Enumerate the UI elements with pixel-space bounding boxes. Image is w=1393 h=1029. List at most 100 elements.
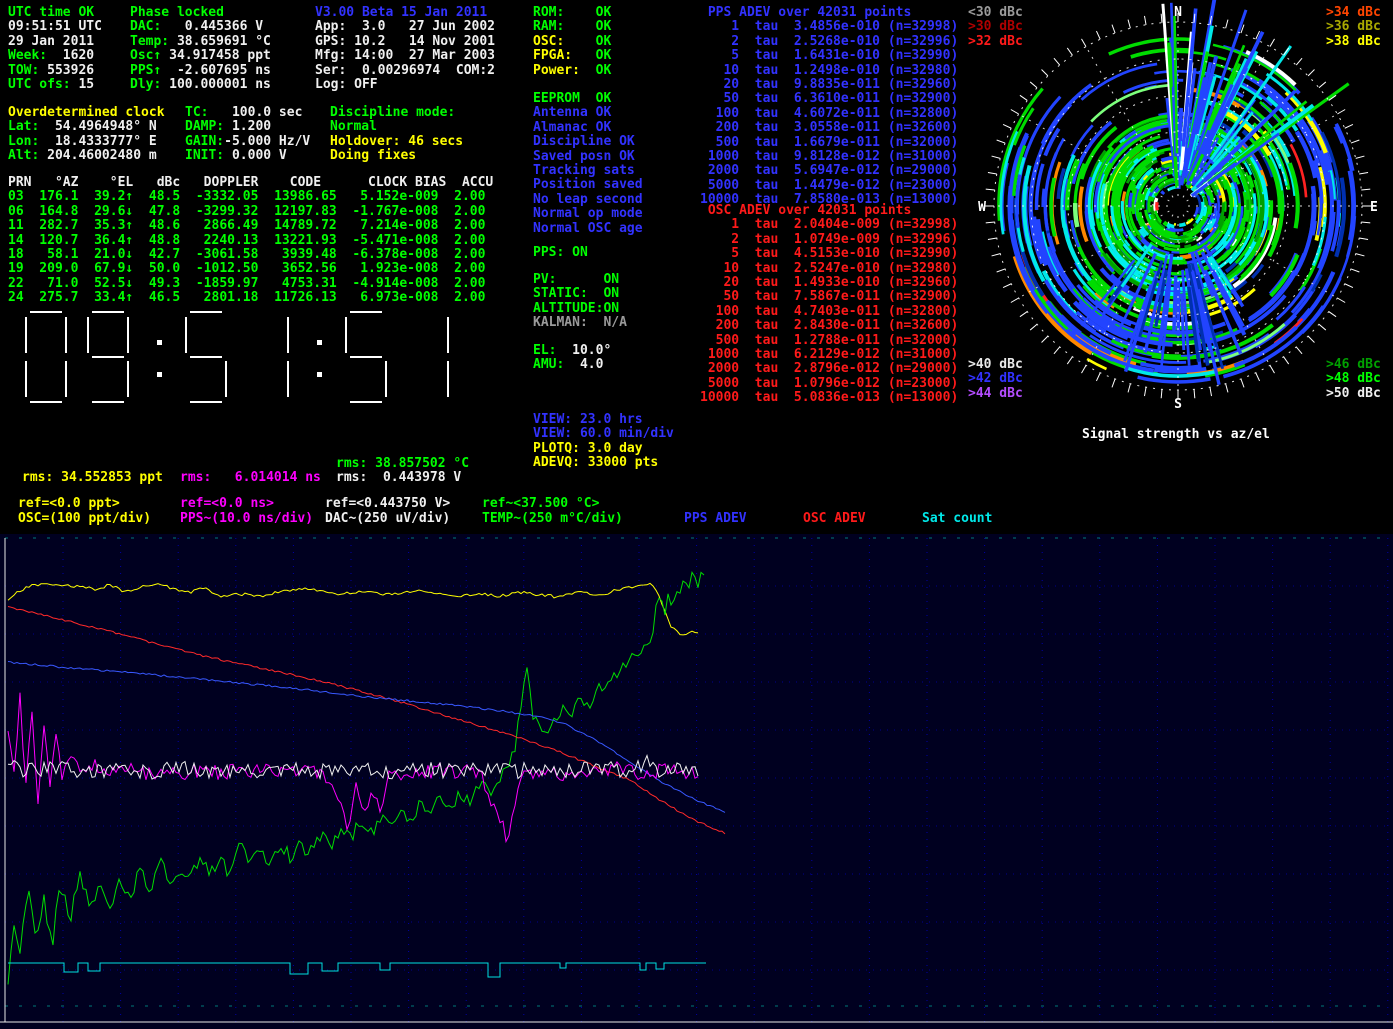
clock-colon-dot [157, 372, 162, 377]
rim-tick [1067, 357, 1072, 364]
phase-block: Phase lockedDAC: 0.445366 VTemp: 38.6596… [130, 6, 271, 92]
version-block: V3.00 Beta 15 Jan 2011App: 3.0 27 Jun 20… [315, 6, 495, 92]
scale-pps-line: PPS~(10.0 ns/div) [180, 512, 313, 526]
rim-tick [1082, 365, 1087, 373]
scale-dac: DAC~(250 uV/div) [325, 512, 450, 526]
rim-tick [1020, 95, 1027, 100]
pps-adev-block-line: 10 tau 1.2498e-010 (n=32980) [700, 64, 958, 78]
history-plot[interactable] [0, 534, 1393, 1029]
overdetermined-block-line: Lat: 54.4964948° N [8, 120, 165, 134]
phase-block-line: Dly: 100.000001 ns [130, 78, 271, 92]
sat-table-block: PRN °AZ °EL dBc DOPPLER CODE CLOCK BIAS … [8, 176, 493, 306]
sat-table-block-line: 18 58.1 21.0↓ 42.7 -3061.58 3939.48 -6.3… [8, 248, 493, 262]
rim-tick [1054, 58, 1060, 65]
big-digital-clock [24, 310, 474, 410]
view-block-line: VIEW: 60.0 min/div [533, 427, 674, 441]
pps-adev-block-line: 20 tau 9.8835e-011 (n=32960) [700, 78, 958, 92]
eeprom-block-line: Antenna OK [533, 106, 643, 120]
rim-tick [997, 140, 1005, 143]
utc-time-block-line: 29 Jan 2011 [8, 35, 102, 49]
rim-tick [1112, 379, 1115, 387]
rim-tick [1345, 124, 1353, 128]
pps-adev-block-line: 1000 tau 9.8128e-012 (n=31000) [700, 150, 958, 164]
osc-adev-block-line: 1000 tau 6.2129e-012 (n=31000) [700, 348, 958, 362]
pps-adev-block-line: PPS ADEV over 42031 points [700, 6, 958, 20]
selftest-block-line: RAM: OK [533, 20, 611, 34]
rim-tick [1067, 48, 1072, 55]
view-block-line: VIEW: 23.0 hrs [533, 413, 674, 427]
overdetermined-block-line: Alt: 204.46002480 m [8, 149, 165, 163]
loop-params-block: TC: 100.0 secDAMP: 1.200GAIN:-5.000 Hz/V… [185, 106, 310, 164]
selftest-block-line: OSC: OK [533, 35, 611, 49]
selftest-block-line: Power: OK [533, 64, 611, 78]
utc-time-block-line: Week: 1620 [8, 49, 102, 63]
eeprom-block-line: Normal op mode [533, 207, 643, 221]
pps-adev-block-line: 200 tau 3.0558e-011 (n=32600) [700, 121, 958, 135]
rim-tick [1359, 172, 1368, 174]
utc-time-block-line: UTC ofs: 15 [8, 78, 102, 92]
eeprom-block-line: Discipline OK [533, 135, 643, 149]
osc-adev-block-line: 5000 tau 1.0796e-012 (n=23000) [700, 377, 958, 391]
rim-tick [997, 269, 1005, 272]
eeprom-block-line: EEPROM OK [533, 92, 643, 106]
rim-tick [1030, 82, 1037, 88]
osc-adev-block-line: OSC ADEV over 42031 points [700, 204, 958, 218]
discipline-block-line: Discipline mode: [330, 106, 463, 120]
label-osc-adev-line: OSC ADEV [803, 512, 866, 526]
discipline-block-line: Normal [330, 120, 463, 134]
rim-tick [1356, 156, 1365, 158]
rim-tick [1356, 254, 1365, 256]
rim-tick [1226, 384, 1228, 393]
discipline-block: Discipline mode:NormalHoldover: 46 secsD… [330, 106, 463, 164]
polar-az-el-map: NSEW [950, 0, 1393, 420]
rim-tick [1337, 298, 1345, 303]
label-pps-adev-line: PPS ADEV [684, 512, 747, 526]
sat-table-block-line: 14 120.7 36.4↑ 48.8 2240.13 13221.93 -5.… [8, 234, 493, 248]
rim-tick [1359, 238, 1368, 240]
version-block-line: GPS: 10.2 14 Nov 2001 [315, 35, 495, 49]
ref-osc-line: ref=<0.0 ppt> [18, 497, 120, 511]
rim-tick [1096, 373, 1100, 381]
ref-pps: ref=<0.0 ns> [180, 497, 274, 511]
cardinal-label: W [978, 200, 986, 215]
utc-time-block-line: UTC time OK [8, 6, 102, 20]
rim-tick [1361, 189, 1370, 190]
phase-block-line: Phase locked [130, 6, 271, 20]
sat-table-block-line: 11 282.7 35.3↑ 48.6 2866.49 14789.72 7.2… [8, 219, 493, 233]
scale-temp: TEMP~(250 m°C/div) [482, 512, 623, 526]
osc-adev-block-line: 10 tau 2.5247e-010 (n=32980) [700, 262, 958, 276]
phase-block-line: Osc↑ 34.917458 ppt [130, 49, 271, 63]
rim-tick [1319, 82, 1326, 88]
phase-block-line: DAC: 0.445366 V [130, 20, 271, 34]
rms-dac-line: rms: 0.443978 V [336, 471, 461, 485]
selftest-block: ROM: OKRAM: OKOSC: OKFPGA: OKPower: OK [533, 6, 611, 78]
version-block-line: Log: OFF [315, 78, 495, 92]
rim-tick [1329, 312, 1336, 317]
rim-tick [986, 222, 995, 223]
ref-temp-line: ref~<37.500 °C> [482, 497, 599, 511]
rim-tick [1030, 324, 1037, 330]
osc-adev-block-line: 10000 tau 5.0836e-013 (n=13000) [700, 391, 958, 405]
ref-dac-line: ref=<0.443750 V> [325, 497, 450, 511]
rim-tick [1112, 25, 1115, 33]
rim-tick [1226, 20, 1228, 29]
pps-adev-block-line: 100 tau 4.6072e-011 (n=32800) [700, 107, 958, 121]
discipline-block-line: Holdover: 46 secs [330, 135, 463, 149]
sat-table-block-line: 19 209.0 67.9↓ 50.0 -1012.50 3652.56 1.9… [8, 262, 493, 276]
rim-tick [1128, 20, 1130, 29]
rms-pps: rms: 6.014014 ns [180, 471, 321, 485]
discipline-block-line: Doing fixes [330, 149, 463, 163]
rim-tick [1308, 70, 1314, 76]
scale-temp-line: TEMP~(250 m°C/div) [482, 512, 623, 526]
rms-dac: rms: 0.443978 V [336, 471, 461, 485]
rim-tick [1011, 110, 1019, 115]
osc-adev-block-line: 500 tau 1.2788e-011 (n=32000) [700, 334, 958, 348]
rim-tick [1003, 124, 1011, 128]
osc-adev-block-line: 100 tau 4.7403e-011 (n=32800) [700, 305, 958, 319]
pps-state-block-line: PPS: ON [533, 246, 588, 260]
eeprom-block-line: No leap second [533, 193, 643, 207]
fix-flags-block-line: STATIC: ON [533, 287, 627, 301]
rim-tick [1270, 39, 1275, 47]
osc-adev-block-line: 50 tau 7.5867e-011 (n=32900) [700, 290, 958, 304]
pps-adev-block-line: 500 tau 1.6679e-011 (n=32000) [700, 136, 958, 150]
